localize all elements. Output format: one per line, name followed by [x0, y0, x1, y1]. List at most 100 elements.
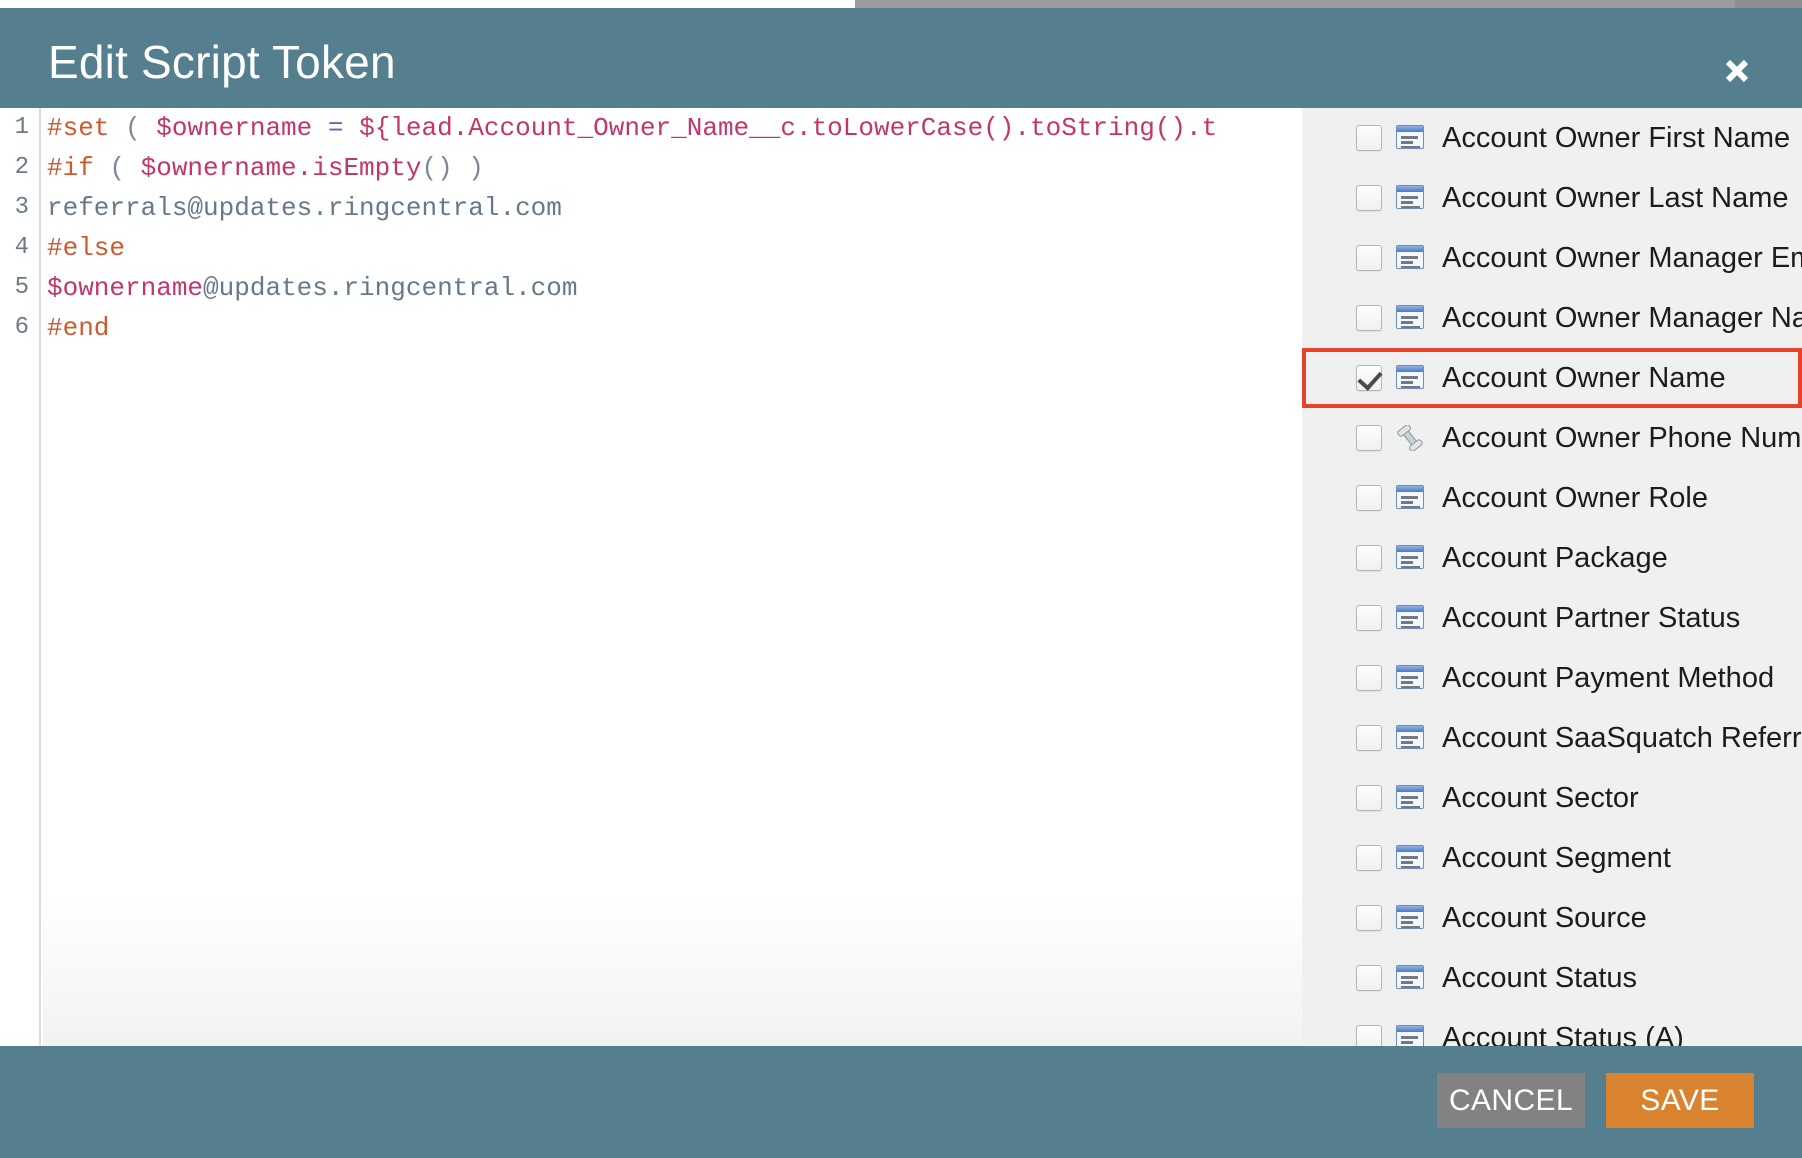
code-token: $ownername — [156, 113, 313, 143]
checkbox-unchecked[interactable] — [1356, 545, 1382, 571]
field-label: Account Owner First Name — [1442, 122, 1791, 154]
code-surface[interactable]: #set ( $ownername = ${lead.Account_Owner… — [43, 108, 1302, 1046]
field-list-item[interactable]: Account Status (A) — [1302, 1008, 1802, 1046]
checkbox-unchecked[interactable] — [1356, 425, 1382, 451]
code-line: #else — [47, 228, 1302, 268]
text-field-icon — [1396, 305, 1426, 331]
field-list-item[interactable]: Account SaaSquatch Referral Enabled — [1302, 708, 1802, 768]
code-token: () ) — [421, 153, 484, 183]
code-line: #end — [47, 308, 1302, 348]
modal-footer: CANCEL SAVE — [0, 1046, 1802, 1158]
text-field-icon — [1396, 845, 1426, 871]
line-number: 3 — [14, 194, 29, 221]
background-band — [855, 0, 1802, 8]
code-token: $ownername — [47, 273, 204, 303]
code-token: #if — [47, 153, 94, 183]
field-label: Account Status — [1442, 962, 1638, 994]
code-token: = — [327, 113, 344, 143]
checkbox-unchecked[interactable] — [1356, 905, 1382, 931]
field-label: Account Partner Status — [1442, 602, 1741, 634]
code-token: ( — [93, 153, 141, 183]
code-line: referrals@updates.ringcentral.com — [47, 188, 1302, 228]
field-label: Account Owner Role — [1442, 482, 1708, 514]
script-code-editor[interactable]: 1 2 3 4 5 6 #set ( $ownername = ${lead.Accoun… — [0, 108, 1302, 1046]
field-list-item[interactable]: Account Owner Last Name — [1302, 168, 1802, 228]
checkbox-unchecked[interactable] — [1356, 965, 1382, 991]
field-list-item[interactable]: Account Source — [1302, 888, 1802, 948]
text-field-icon — [1396, 605, 1426, 631]
field-list-item[interactable]: Account Owner Manager Email — [1302, 228, 1802, 288]
code-token: ${lead.Account_Owner_Name__c.toLowerCase… — [359, 113, 1218, 143]
field-label: Account Owner Phone Number — [1442, 422, 1802, 454]
checkbox-unchecked[interactable] — [1356, 125, 1382, 151]
line-number: 5 — [14, 274, 29, 301]
code-token: #else — [47, 233, 126, 263]
field-list-item[interactable]: Account Owner First Name — [1302, 108, 1802, 168]
checkbox-unchecked[interactable] — [1356, 305, 1382, 331]
field-list-item[interactable]: Account Owner Name — [1302, 348, 1802, 408]
save-button[interactable]: SAVE — [1606, 1073, 1754, 1128]
text-field-icon — [1396, 785, 1426, 811]
field-list-item[interactable]: Account Partner Status — [1302, 588, 1802, 648]
code-token: ( — [109, 113, 157, 143]
text-field-icon — [1396, 905, 1426, 931]
line-number: 1 — [14, 114, 29, 141]
field-list-item[interactable]: Account Segment — [1302, 828, 1802, 888]
field-label: Account Sector — [1442, 782, 1639, 814]
checkbox-unchecked[interactable] — [1356, 845, 1382, 871]
text-field-icon — [1396, 125, 1426, 151]
page-background-strip — [0, 0, 1802, 8]
field-label: Account SaaSquatch Referral Enabled — [1442, 722, 1802, 754]
field-label: Account Owner Manager Name — [1442, 302, 1802, 334]
text-field-icon — [1396, 365, 1426, 391]
checkbox-unchecked[interactable] — [1356, 245, 1382, 271]
modal-body: 1 2 3 4 5 6 #set ( $ownername = ${lead.Accoun… — [0, 108, 1802, 1046]
text-field-icon — [1396, 1025, 1426, 1046]
field-picker-panel[interactable]: Account Owner First Name Account Owner La… — [1302, 108, 1802, 1046]
text-field-icon — [1396, 545, 1426, 571]
checkbox-unchecked[interactable] — [1356, 785, 1382, 811]
checkbox-unchecked[interactable] — [1356, 725, 1382, 751]
field-label: Account Payment Method — [1442, 662, 1775, 694]
code-line: $ownername@updates.ringcentral.com — [47, 268, 1302, 308]
checkbox-unchecked[interactable] — [1356, 665, 1382, 691]
text-field-icon — [1396, 245, 1426, 271]
field-list-item[interactable]: Account Package — [1302, 528, 1802, 588]
checkbox-unchecked[interactable] — [1356, 485, 1382, 511]
line-number: 4 — [14, 234, 29, 261]
field-label: Account Source — [1442, 902, 1647, 934]
text-field-icon — [1396, 485, 1426, 511]
checkbox-unchecked[interactable] — [1356, 605, 1382, 631]
checkbox-checked[interactable] — [1356, 365, 1382, 391]
field-list-item[interactable]: Account Owner Phone Number — [1302, 408, 1802, 468]
checkbox-unchecked[interactable] — [1356, 1025, 1382, 1046]
text-field-icon — [1396, 725, 1426, 751]
code-token: @updates.ringcentral.com — [203, 273, 578, 303]
field-label: Account Owner Manager Email — [1442, 242, 1802, 274]
field-label: Account Status (A) — [1442, 1022, 1684, 1046]
field-label: Account Package — [1442, 542, 1668, 574]
text-field-icon — [1396, 965, 1426, 991]
close-icon[interactable] — [1714, 48, 1760, 96]
page-title: Edit Script Token — [48, 36, 396, 88]
field-list-item[interactable]: Account Owner Manager Name — [1302, 288, 1802, 348]
field-list-item[interactable]: Account Payment Method — [1302, 648, 1802, 708]
code-token: #set — [47, 113, 110, 143]
code-line: #if ( $ownername.isEmpty() ) — [47, 148, 1302, 188]
code-token: $ownername.isEmpty — [140, 153, 422, 183]
code-line: #set ( $ownername = ${lead.Account_Owner… — [47, 108, 1302, 148]
field-list: Account Owner First Name Account Owner La… — [1302, 108, 1802, 1046]
field-label: Account Owner Name — [1442, 362, 1726, 394]
text-field-icon — [1396, 185, 1426, 211]
checkbox-unchecked[interactable] — [1356, 185, 1382, 211]
cancel-button[interactable]: CANCEL — [1437, 1073, 1585, 1128]
field-list-item[interactable]: Account Status — [1302, 948, 1802, 1008]
edit-script-token-modal: Edit Script Token 1 2 3 4 5 6 #set ( $ownerna… — [0, 0, 1802, 1158]
line-number-gutter: 1 2 3 4 5 6 — [0, 108, 41, 1046]
background-band-right — [1735, 0, 1802, 8]
field-list-item[interactable]: Account Owner Role — [1302, 468, 1802, 528]
text-field-icon — [1396, 665, 1426, 691]
code-lines: #set ( $ownername = ${lead.Account_Owner… — [47, 108, 1302, 348]
field-list-item[interactable]: Account Sector — [1302, 768, 1802, 828]
